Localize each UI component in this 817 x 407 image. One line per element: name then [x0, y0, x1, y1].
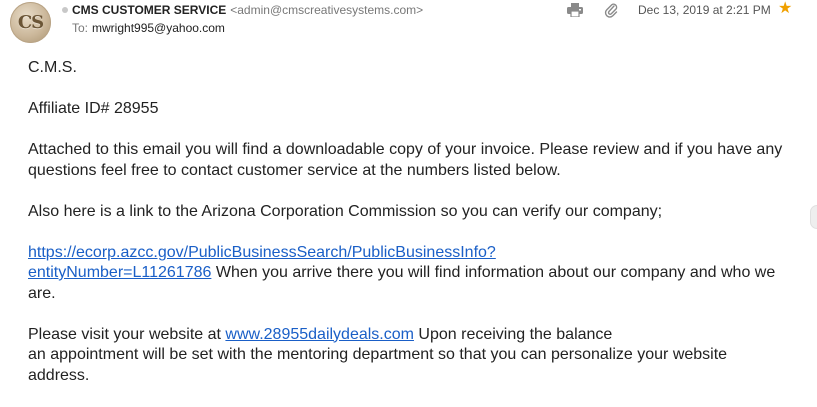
website-link[interactable]: www.28955dailydeals.com: [225, 326, 414, 343]
email-date: Dec 13, 2019 at 2:21 PM: [638, 3, 771, 17]
attachment-icon[interactable]: [604, 2, 618, 18]
website-paragraph: Please visit your website at www.28955da…: [28, 325, 788, 387]
recipient-line: To: mwright995@yahoo.com: [72, 20, 225, 36]
sender-avatar[interactable]: CS: [10, 2, 51, 43]
website-paragraph-start: Please visit your website at: [28, 325, 226, 343]
star-icon[interactable]: ★: [778, 1, 792, 17]
print-icon[interactable]: [567, 3, 583, 17]
avatar-initials: CS: [17, 12, 44, 33]
email-body: C.M.S. Affiliate ID# 28955 Attached to t…: [28, 58, 788, 407]
website-paragraph-line1-rest: Upon receiving the balance: [413, 325, 613, 343]
website-paragraph-rest: an appointment will be set with the ment…: [28, 346, 728, 384]
greeting: C.M.S.: [28, 59, 77, 76]
link-paragraph: https://ecorp.azcc.gov/PublicBusinessSea…: [28, 243, 788, 305]
scrollbar-handle[interactable]: [810, 205, 817, 229]
azcc-link-part2: entityNumber=L11261786: [28, 264, 212, 281]
sender-line: CMS CUSTOMER SERVICE <admin@cmscreativesy…: [72, 2, 423, 18]
to-label: To:: [72, 21, 89, 35]
verification-paragraph: Also here is a link to the Arizona Corpo…: [28, 202, 663, 220]
azcc-link-part1: https://ecorp.azcc.gov/PublicBusinessSea…: [28, 243, 496, 261]
affiliate-id: Affiliate ID# 28955: [28, 100, 159, 117]
presence-dot-icon: [62, 7, 68, 13]
invoice-paragraph: Attached to this email you will find a d…: [28, 141, 783, 179]
sender-name[interactable]: CMS CUSTOMER SERVICE: [72, 3, 226, 17]
email-header: CS CMS CUSTOMER SERVICE <admin@cmscreativ…: [0, 0, 817, 48]
sender-email[interactable]: <admin@cmscreativesystems.com>: [230, 3, 423, 17]
recipient-address[interactable]: mwright995@yahoo.com: [92, 21, 225, 35]
